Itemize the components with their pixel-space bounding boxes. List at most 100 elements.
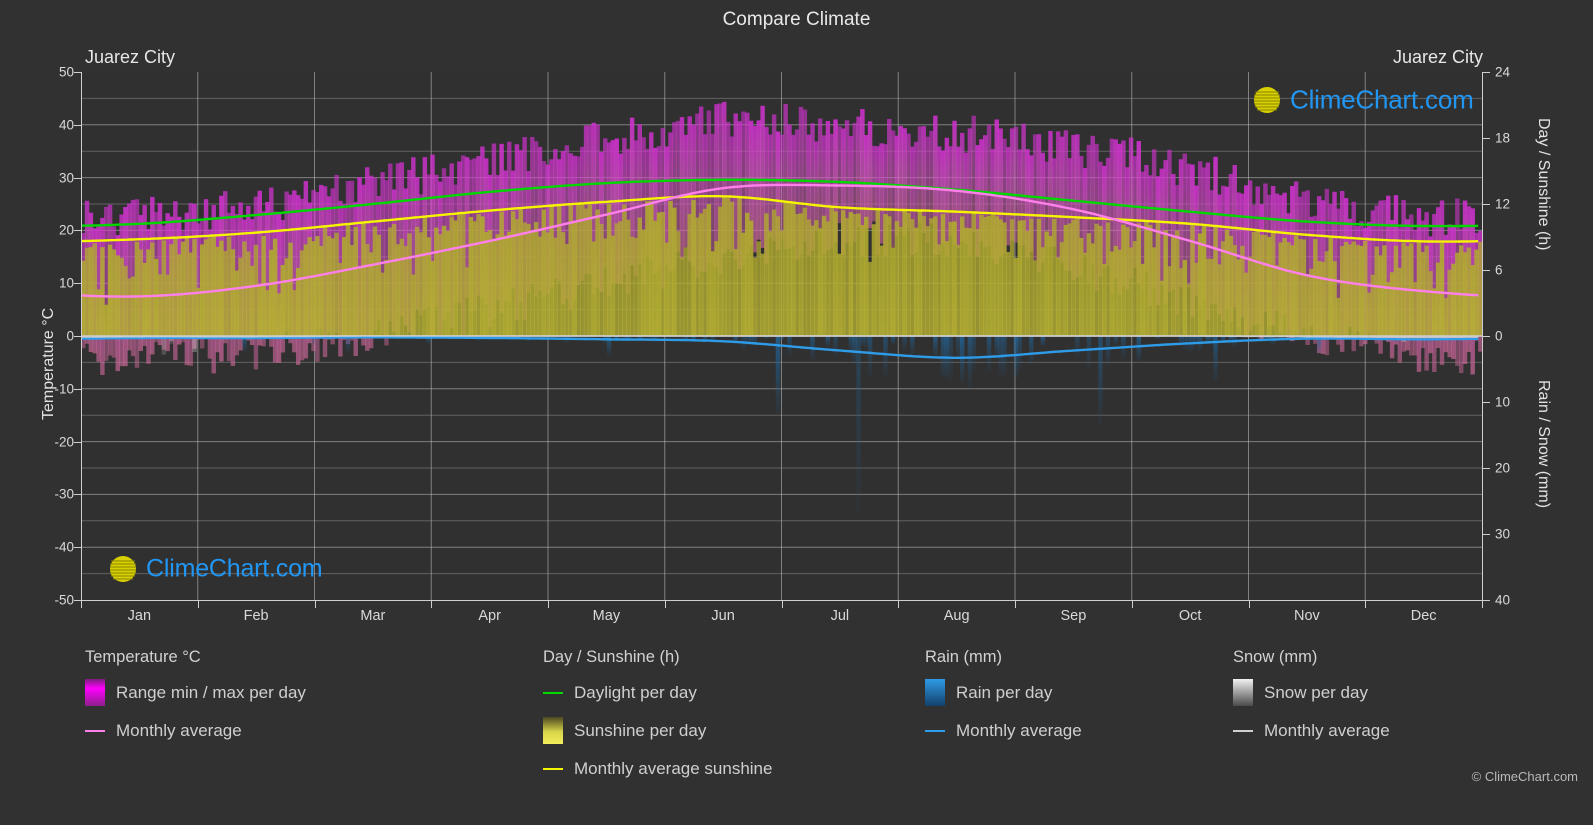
sunshine-bar: [434, 227, 439, 336]
sunshine-bar: [1201, 226, 1207, 336]
sunshine-bar: [1339, 246, 1345, 336]
sunshine-bar: [764, 213, 769, 336]
legend-item[interactable]: Sunshine per day: [543, 717, 772, 744]
sunshine-bar: [867, 261, 873, 336]
sunshine-bar: [672, 207, 677, 336]
sunshine-bar: [353, 226, 358, 336]
sunshine-bar: [691, 200, 696, 336]
legend-item[interactable]: Rain per day: [925, 679, 1082, 706]
sunshine-bar: [1174, 230, 1180, 336]
rain-bar: [867, 336, 873, 378]
sunshine-bar: [618, 221, 623, 336]
temperature-range-bar: [879, 143, 884, 244]
rain-bar: [1029, 336, 1034, 365]
right-axis-tick: [1483, 468, 1490, 469]
sunshine-bar: [1324, 251, 1330, 336]
sunshine-bar: [111, 249, 117, 336]
sunshine-bar: [1025, 231, 1030, 336]
sunshine-bar: [1113, 245, 1118, 336]
right-axis-tick-label: 20: [1495, 460, 1511, 476]
sunshine-bar: [1432, 288, 1437, 336]
sunshine-bar: [173, 237, 178, 336]
sunshine-bar: [986, 215, 992, 336]
sunshine-bar: [391, 223, 397, 336]
sunshine-bar: [967, 228, 973, 336]
sunshine-bar: [357, 266, 362, 336]
sunshine-bar: [756, 241, 761, 336]
sunshine-bar: [107, 244, 113, 336]
sunshine-bar: [284, 258, 289, 336]
sunshine-bar: [1209, 258, 1214, 336]
sunshine-bar: [1071, 219, 1076, 336]
sunshine-bar: [718, 206, 723, 336]
rain-bar: [967, 336, 973, 388]
right-axis-tick: [1483, 204, 1490, 205]
sunshine-bar: [1416, 241, 1422, 336]
temperature-range-bar: [710, 133, 715, 267]
sunshine-bar: [1205, 258, 1211, 336]
sunshine-bar: [499, 211, 504, 336]
rain-bar: [1228, 336, 1234, 344]
sunshine-bar: [1278, 242, 1284, 336]
legend-group-2: Rain (mm) Rain per day Monthly average: [925, 648, 1082, 755]
chart-canvas: [81, 72, 1482, 600]
sunshine-bar: [211, 235, 216, 336]
right-axis-tick-label: 24: [1495, 64, 1511, 80]
sunshine-bar: [1082, 252, 1088, 336]
sunshine-bar: [376, 234, 381, 336]
legend-item[interactable]: Daylight per day: [543, 679, 772, 706]
legend-item[interactable]: Range min / max per day: [85, 679, 306, 706]
sunshine-bar: [1048, 235, 1053, 336]
x-axis-tick: [1015, 601, 1016, 608]
sunshine-bar: [1009, 219, 1015, 336]
sunshine-bar: [1102, 264, 1107, 336]
sunshine-bar: [1244, 272, 1249, 336]
sunshine-bar: [1151, 247, 1157, 336]
sunshine-bar: [1078, 237, 1084, 336]
sunshine-bar: [199, 244, 205, 336]
sunshine-bar: [138, 249, 144, 336]
sunshine-bar: [633, 237, 639, 336]
right-axis-tick: [1483, 402, 1490, 403]
rain-bar: [948, 336, 953, 383]
sunshine-bar: [837, 253, 842, 336]
sunshine-bar: [507, 231, 512, 336]
rain-bar: [1075, 336, 1080, 358]
sunshine-bar: [322, 226, 328, 336]
x-axis-tick: [781, 601, 783, 608]
sunshine-bar: [1351, 241, 1356, 336]
left-axis-tick-label: -50: [54, 592, 74, 608]
legend-item[interactable]: Snow per day: [1233, 679, 1390, 706]
climechart-logo-text-top: ClimeChart.com: [1290, 84, 1474, 115]
rain-bar: [745, 336, 750, 347]
sunshine-bar: [817, 228, 823, 336]
right-axis-title-bottom: Rain / Snow (mm): [1535, 380, 1552, 509]
sunshine-bar: [1144, 221, 1149, 336]
sunshine-bar: [1017, 220, 1022, 336]
right-axis-tick-label: 18: [1495, 130, 1511, 146]
legend-item[interactable]: Monthly average: [925, 717, 1082, 744]
legend-gradient-swatch: [85, 679, 105, 706]
sunshine-bar: [860, 225, 865, 336]
right-axis-tick: [1483, 270, 1490, 271]
sunshine-bar: [153, 258, 159, 336]
sunshine-bar: [894, 221, 900, 336]
sunshine-bar: [948, 221, 953, 336]
sunshine-bar: [668, 201, 673, 336]
sunshine-bar: [100, 247, 105, 336]
legend-item[interactable]: Monthly average sunshine: [543, 755, 772, 782]
sunshine-bar: [656, 212, 662, 336]
sunshine-bar: [495, 234, 500, 336]
sunshine-bar: [303, 244, 309, 336]
sunshine-bar: [1282, 237, 1287, 336]
sunshine-bar: [1148, 224, 1153, 336]
temperature-range-bar: [679, 117, 685, 260]
temperature-range-bar: [1186, 163, 1191, 288]
legend-item[interactable]: Monthly average: [1233, 717, 1390, 744]
sunshine-bar: [1259, 234, 1264, 336]
rain-bar: [856, 336, 861, 513]
legend-item[interactable]: Monthly average: [85, 717, 306, 744]
sunshine-bar: [338, 262, 343, 336]
rain-bar: [994, 336, 999, 359]
sunshine-bar: [1343, 241, 1349, 336]
